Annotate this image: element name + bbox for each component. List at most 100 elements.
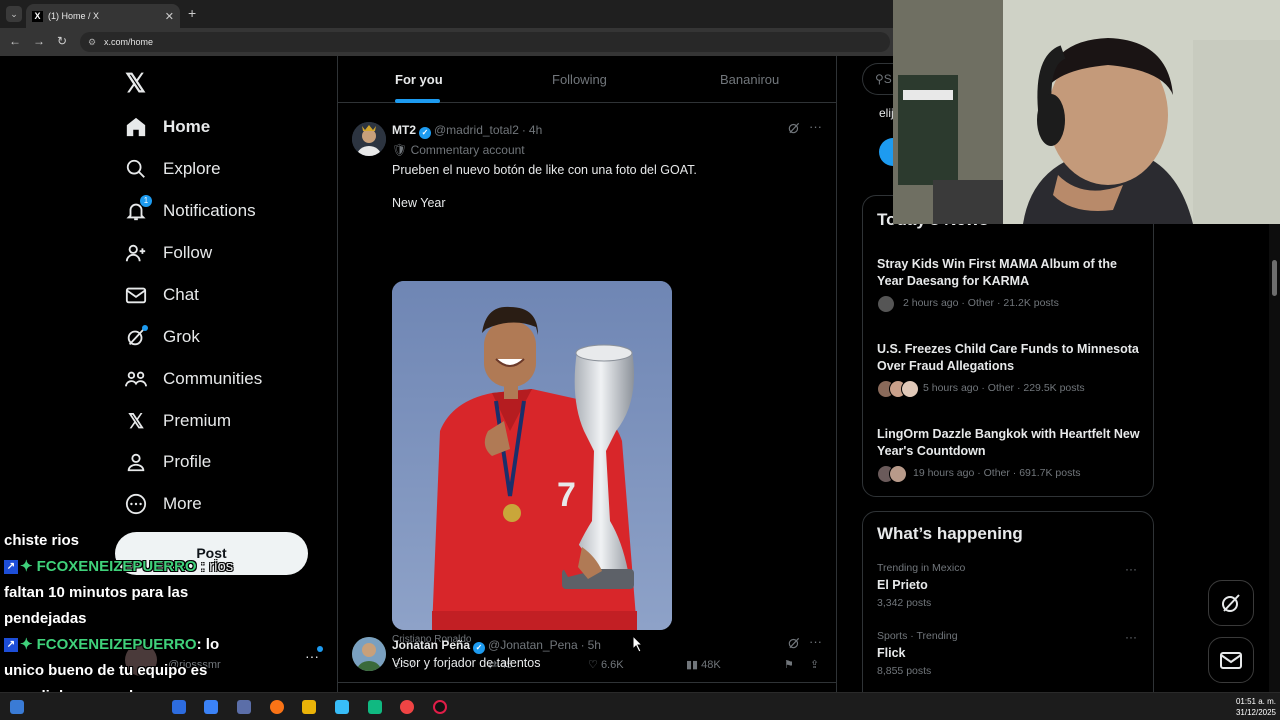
view-count: 48K xyxy=(701,659,721,671)
nav-label: Grok xyxy=(163,327,200,346)
home-icon xyxy=(124,115,148,139)
mail-icon xyxy=(1220,652,1242,669)
reload-icon[interactable]: ↻ xyxy=(57,34,67,48)
person-add-icon xyxy=(124,241,148,265)
tweet-author[interactable]: MT2 ✓ @madrid_total2 · 4h xyxy=(392,123,542,139)
x-logo-icon[interactable]: 𝕏 xyxy=(125,68,146,99)
chat-line: ↗ ✦ FCOXENEIZEPUERRO : rios xyxy=(4,554,264,580)
nav-chat[interactable]: Chat xyxy=(124,279,199,311)
browser-tabstrip: ⌄ X (1) Home / X ✕ + xyxy=(0,0,893,28)
account-dot-icon xyxy=(317,646,323,652)
nav-label: Communities xyxy=(163,369,263,388)
trend-name[interactable]: Flick xyxy=(877,646,906,660)
folder-icon[interactable] xyxy=(302,700,316,714)
account-label: Visor y forjador de talentos xyxy=(392,656,541,670)
more-dots-icon[interactable]: ··· xyxy=(1125,630,1137,644)
close-tab-icon[interactable]: ✕ xyxy=(165,10,174,23)
news-item-title[interactable]: Stray Kids Win First MAMA Album of the Y… xyxy=(877,256,1142,290)
sparkle-icon: ✦ xyxy=(20,558,33,575)
nav-label: Explore xyxy=(163,159,221,178)
address-bar[interactable]: ⚙ x.com/home xyxy=(80,32,890,52)
store-icon[interactable] xyxy=(204,700,218,714)
start-icon[interactable] xyxy=(10,700,24,714)
more-dots-icon[interactable]: ··· xyxy=(809,119,822,134)
more-dots-icon[interactable]: ··· xyxy=(1125,562,1137,576)
nav-explore[interactable]: Explore xyxy=(124,153,221,185)
search-icon xyxy=(124,157,148,181)
nav-premium[interactable]: 𝕏 Premium xyxy=(124,405,231,437)
site-info-icon[interactable]: ⚙ xyxy=(88,32,96,52)
nav-notifications[interactable]: 1 Notifications xyxy=(124,195,256,227)
more-circle-icon xyxy=(124,492,148,516)
nav-home[interactable]: Home xyxy=(124,111,210,143)
avatar[interactable] xyxy=(352,122,386,156)
app-icon[interactable] xyxy=(335,700,349,714)
browser-tab[interactable]: X (1) Home / X ✕ xyxy=(26,4,180,28)
news-avatars xyxy=(877,380,919,398)
tweet-separator: · xyxy=(521,123,526,137)
views-button[interactable]: ▮▮ 48K xyxy=(686,658,721,671)
grok-fab-button[interactable] xyxy=(1208,580,1254,626)
search-input[interactable]: ⚲S xyxy=(862,63,894,95)
chat-text: unico bueno de tu equipo es xyxy=(4,662,208,679)
bell-icon: 1 xyxy=(124,195,152,223)
svg-text:7: 7 xyxy=(557,476,576,514)
tweet-image[interactable]: 7 xyxy=(392,281,672,630)
heart-icon: ♡ xyxy=(588,659,598,671)
chat-colon: : xyxy=(196,636,206,653)
news-item-title[interactable]: LingOrm Dazzle Bangkok with Heartfelt Ne… xyxy=(877,426,1142,460)
nav-grok[interactable]: Grok xyxy=(124,321,200,353)
tab-for-you[interactable]: For you xyxy=(395,72,443,87)
like-button[interactable]: ♡ 6.6K xyxy=(588,658,624,671)
app-icon[interactable] xyxy=(237,700,251,714)
nav-label: Home xyxy=(163,117,211,136)
nav-follow[interactable]: Follow xyxy=(124,237,212,269)
back-icon[interactable]: ← xyxy=(9,34,21,48)
url-text: x.com/home xyxy=(104,37,154,47)
system-clock[interactable]: 01:51 a. m. 31/12/2025 xyxy=(1232,696,1276,718)
messages-fab-button[interactable] xyxy=(1208,637,1254,683)
tweet-author[interactable]: Jonatan Peña ✓ @Jonatan_Pena · 5h xyxy=(392,638,601,654)
tab-bananirou[interactable]: Bananirou xyxy=(720,72,779,87)
obs-icon[interactable] xyxy=(433,700,447,714)
trends-box-title: What’s happening xyxy=(877,524,1023,543)
nav-more[interactable]: More xyxy=(124,488,202,520)
chat-username: FCOXENEIZEPUERRO xyxy=(36,558,197,575)
x-logo-icon: 𝕏 xyxy=(127,410,145,433)
nav-profile[interactable]: Profile xyxy=(124,446,211,478)
chat-line: unico bueno de tu equipo es xyxy=(4,658,264,684)
clock-date: 31/12/2025 xyxy=(1235,708,1276,717)
badge-icon: ↗ xyxy=(4,560,18,575)
grok-icon[interactable] xyxy=(787,121,801,138)
grok-icon[interactable] xyxy=(787,636,801,653)
app-icon[interactable] xyxy=(368,700,382,714)
author-handle: @madrid_total2 xyxy=(434,123,519,137)
trend-category: Trending in Mexico xyxy=(877,562,966,574)
scrollbar[interactable] xyxy=(1269,224,1280,692)
more-dots-icon[interactable]: ··· xyxy=(809,634,822,649)
bookmark-icon[interactable]: ⚑ xyxy=(784,658,794,671)
tab-following[interactable]: Following xyxy=(552,72,607,87)
grok-icon xyxy=(1222,594,1240,612)
forward-icon[interactable]: → xyxy=(33,34,45,48)
chat-text: rios xyxy=(209,558,234,575)
avatar[interactable] xyxy=(352,637,386,671)
new-tab-button[interactable]: + xyxy=(188,5,196,21)
nav-communities[interactable]: Communities xyxy=(124,363,262,395)
trend-name[interactable]: El Prieto xyxy=(877,578,928,592)
scroll-thumb[interactable] xyxy=(1272,260,1277,296)
news-item-meta: 2 hours ago · Other · 21.2K posts xyxy=(903,297,1059,309)
chat-text: faltan 10 minutos para las xyxy=(4,584,189,601)
stream-chat-overlay: chiste rios ↗ ✦ FCOXENEIZEPUERRO : rios fa… xyxy=(4,528,264,710)
tweet-divider xyxy=(338,682,836,683)
share-icon[interactable]: ⇪ xyxy=(810,658,819,671)
browser-icon[interactable] xyxy=(270,700,284,714)
nav-label: Follow xyxy=(163,243,213,262)
grok-dot-icon xyxy=(142,325,148,331)
news-item-title[interactable]: U.S. Freezes Child Care Funds to Minneso… xyxy=(877,341,1142,375)
search-placeholder: S xyxy=(883,72,892,86)
chrome-icon[interactable] xyxy=(400,700,414,714)
feed-tabs: For you Following Bananirou xyxy=(338,56,836,103)
app-icon[interactable] xyxy=(172,700,186,714)
tab-search-button[interactable]: ⌄ xyxy=(6,6,22,22)
